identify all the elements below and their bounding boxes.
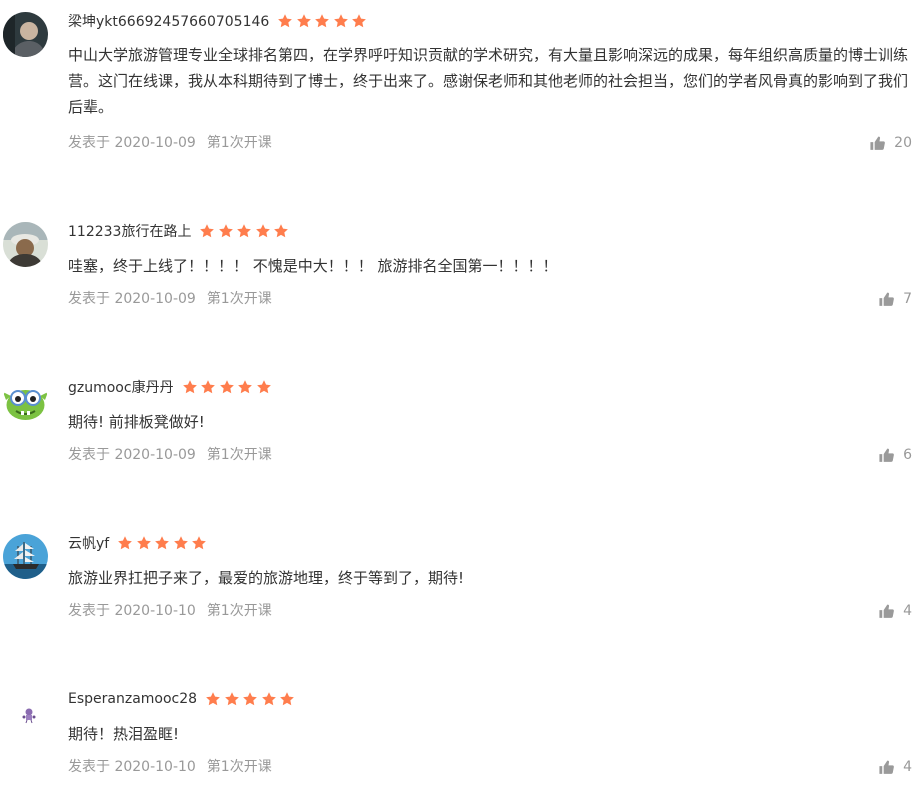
star-icon bbox=[273, 223, 289, 239]
comment-header: 梁坤ykt66692457660705146 bbox=[68, 9, 370, 33]
comment-header: gzumooc康丹丹 bbox=[68, 375, 274, 399]
star-icon bbox=[333, 13, 349, 29]
course-term: 第1次开课 bbox=[206, 759, 272, 775]
like-count: 20 bbox=[894, 135, 912, 151]
comment-text: 旅游业界扛把子来了，最爱的旅游地理，终于等到了，期待! bbox=[68, 569, 465, 587]
sailing-ship-avatar[interactable] bbox=[3, 534, 48, 579]
star-icon bbox=[256, 379, 272, 395]
comment-meta: 发表于 2020-10-10 第1次开课 bbox=[68, 757, 272, 777]
comment-text: 期待！热泪盈眶! bbox=[68, 725, 180, 743]
like-count: 4 bbox=[903, 603, 912, 619]
thumbs-up-icon bbox=[878, 291, 895, 308]
star-icon bbox=[314, 13, 330, 29]
user-photo-avatar[interactable] bbox=[3, 12, 48, 57]
course-term: 第1次开课 bbox=[206, 291, 272, 307]
star-icon bbox=[199, 223, 215, 239]
star-icon bbox=[218, 223, 234, 239]
post-date: 发表于 2020-10-09 bbox=[68, 291, 196, 307]
small-figure-avatar[interactable] bbox=[3, 690, 48, 735]
star-icon bbox=[154, 535, 170, 551]
course-term: 第1次开课 bbox=[206, 603, 272, 619]
green-monster-avatar[interactable] bbox=[3, 378, 48, 423]
star-icon bbox=[191, 535, 207, 551]
thumbs-up-icon bbox=[869, 135, 886, 152]
thumbs-up-icon bbox=[878, 759, 895, 776]
comment-text: 期待! 前排板凳做好! bbox=[68, 413, 205, 431]
comment-header: 云帆yf bbox=[68, 531, 210, 555]
comment-text: 哇塞，终于上线了！！！！ 不愧是中大！！！ 旅游排名全国第一！！！！ bbox=[68, 257, 558, 275]
comment-text: 中山大学旅游管理专业全球排名第四，在学界呼吁知识贡献的学术研究，有大量且影响深远… bbox=[68, 46, 909, 116]
comment-meta: 发表于 2020-10-09 第1次开课 bbox=[68, 133, 272, 153]
star-icon bbox=[351, 13, 367, 29]
username[interactable]: 云帆yf bbox=[68, 533, 109, 553]
like-button[interactable]: 7 bbox=[878, 289, 912, 309]
star-icon bbox=[261, 691, 277, 707]
thumbs-up-icon bbox=[878, 603, 895, 620]
star-icon bbox=[242, 691, 258, 707]
star-icon bbox=[205, 691, 221, 707]
like-button[interactable]: 4 bbox=[878, 601, 912, 621]
course-term: 第1次开课 bbox=[206, 135, 272, 151]
thumbs-up-icon bbox=[878, 447, 895, 464]
user-photo-avatar[interactable] bbox=[3, 222, 48, 267]
comment-meta: 发表于 2020-10-09 第1次开课 bbox=[68, 289, 272, 309]
username[interactable]: Esperanzamooc28 bbox=[68, 691, 197, 707]
star-icon bbox=[255, 223, 271, 239]
star-icon bbox=[117, 535, 133, 551]
like-button[interactable]: 6 bbox=[878, 445, 912, 465]
star-icon bbox=[237, 379, 253, 395]
like-count: 4 bbox=[903, 759, 912, 775]
comment-header: Esperanzamooc28 bbox=[68, 687, 298, 711]
like-count: 6 bbox=[903, 447, 912, 463]
comment-meta: 发表于 2020-10-10 第1次开课 bbox=[68, 601, 272, 621]
star-icon bbox=[296, 13, 312, 29]
course-term: 第1次开课 bbox=[206, 447, 272, 463]
rating-stars bbox=[277, 13, 370, 29]
rating-stars bbox=[182, 379, 275, 395]
star-icon bbox=[224, 691, 240, 707]
star-icon bbox=[173, 535, 189, 551]
star-icon bbox=[200, 379, 216, 395]
post-date: 发表于 2020-10-10 bbox=[68, 759, 196, 775]
like-button[interactable]: 4 bbox=[878, 757, 912, 777]
star-icon bbox=[279, 691, 295, 707]
star-icon bbox=[182, 379, 198, 395]
star-icon bbox=[277, 13, 293, 29]
comment-header: 112233旅行在路上 bbox=[68, 219, 292, 243]
post-date: 发表于 2020-10-10 bbox=[68, 603, 196, 619]
comment-meta: 发表于 2020-10-09 第1次开课 bbox=[68, 445, 272, 465]
username[interactable]: gzumooc康丹丹 bbox=[68, 377, 174, 397]
post-date: 发表于 2020-10-09 bbox=[68, 447, 196, 463]
star-icon bbox=[219, 379, 235, 395]
username[interactable]: 梁坤ykt66692457660705146 bbox=[68, 11, 269, 31]
like-count: 7 bbox=[903, 291, 912, 307]
star-icon bbox=[236, 223, 252, 239]
star-icon bbox=[136, 535, 152, 551]
rating-stars bbox=[199, 223, 292, 239]
like-button[interactable]: 20 bbox=[869, 133, 912, 153]
rating-stars bbox=[117, 535, 210, 551]
post-date: 发表于 2020-10-09 bbox=[68, 135, 196, 151]
username[interactable]: 112233旅行在路上 bbox=[68, 221, 191, 241]
rating-stars bbox=[205, 691, 298, 707]
